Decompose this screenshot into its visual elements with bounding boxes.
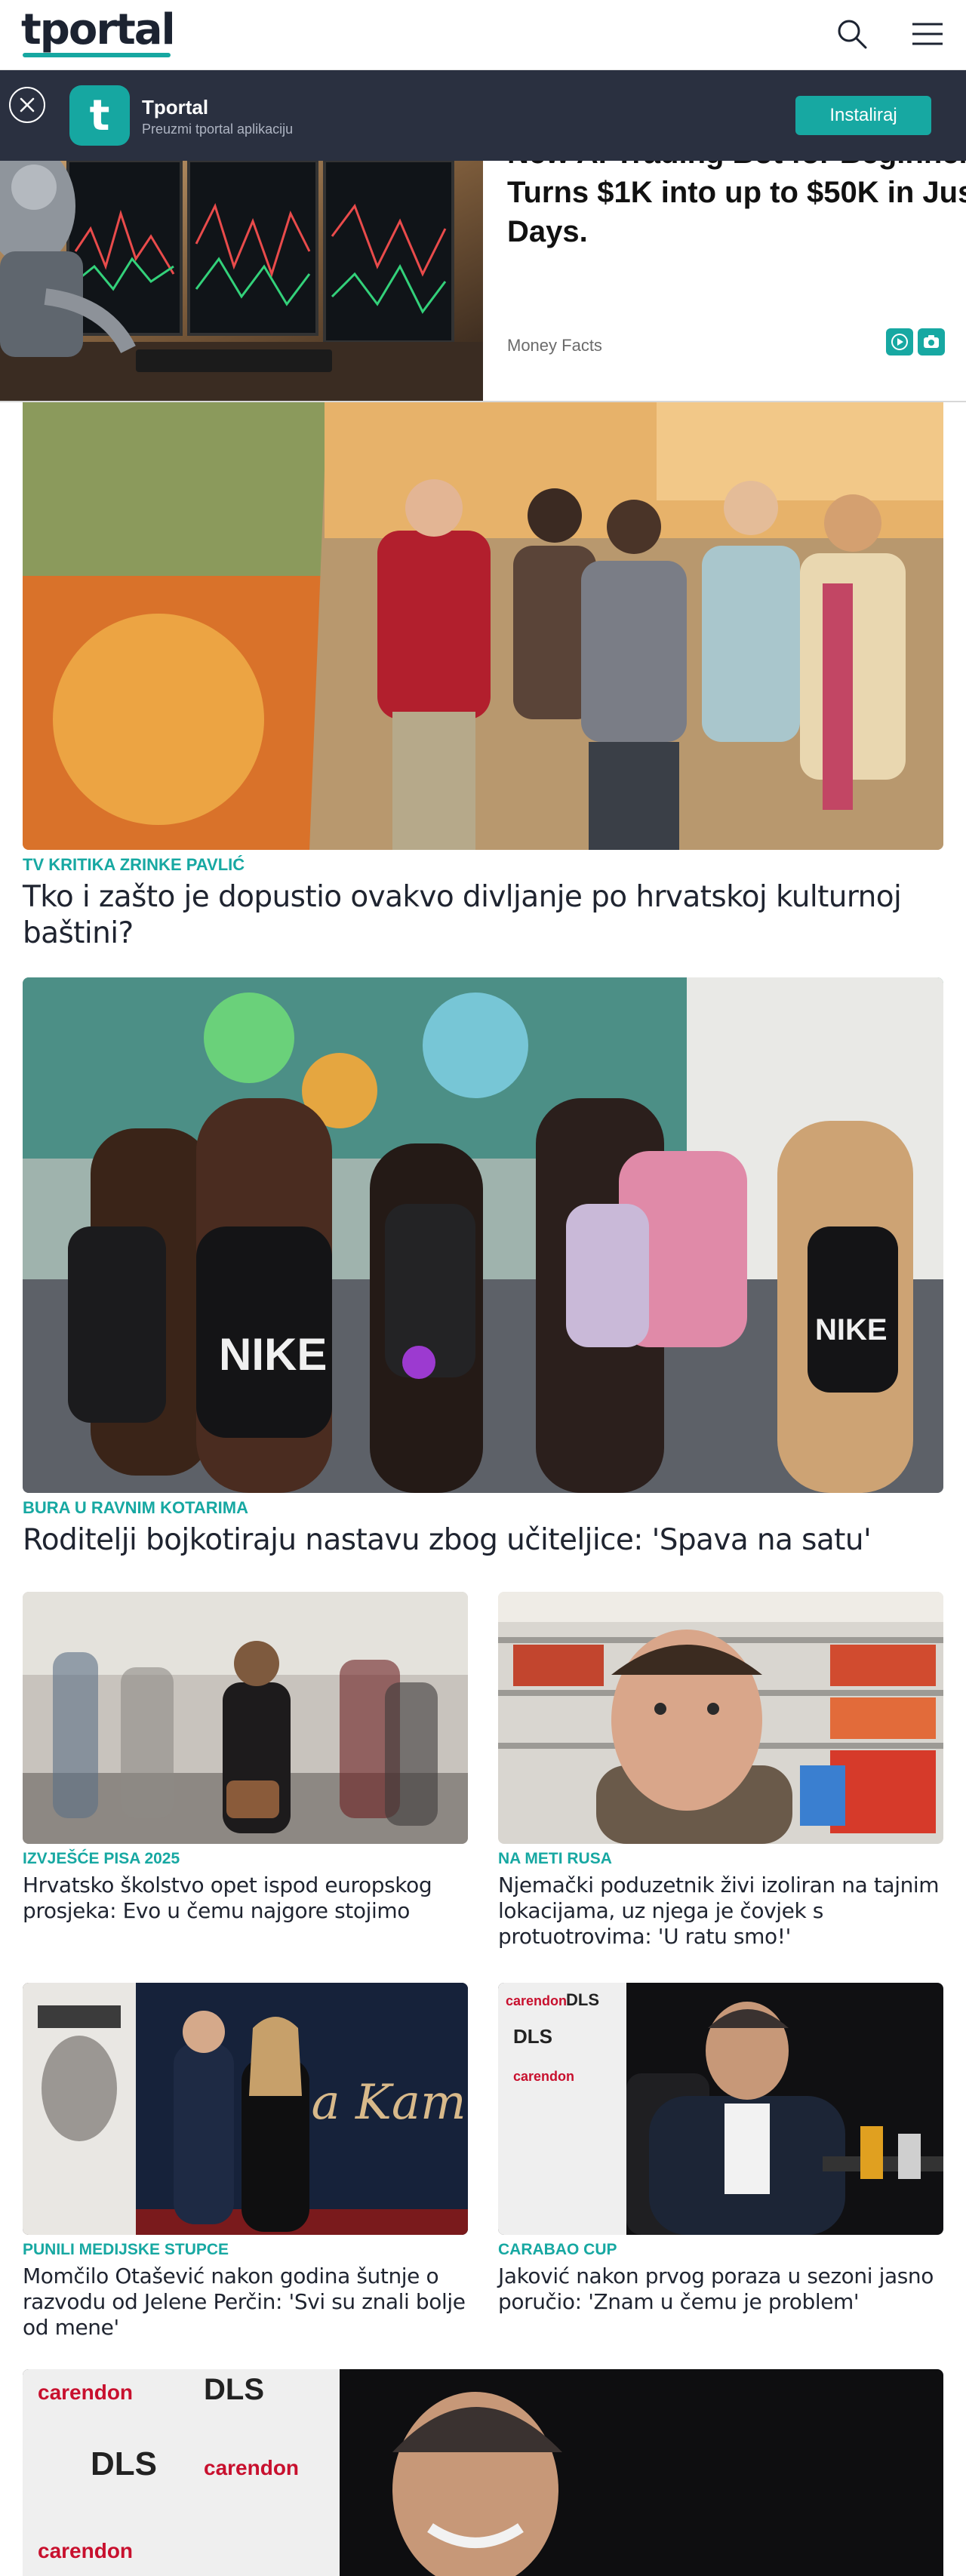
install-button[interactable]: Instaliraj [795,96,931,135]
article-kicker: BURA U RAVNIM KOTARIMA [23,1498,249,1517]
search-icon[interactable] [833,15,871,53]
article-image[interactable] [23,1592,468,1844]
app-name: Tportal [142,96,209,118]
camera-icon[interactable] [918,328,945,355]
article-card[interactable]: NIKE NIKE BURA U RAVNIM KOTARIMA Roditel… [23,977,943,1566]
article-card[interactable]: TV KRITIKA ZRINKE PAVLIĆ Tko i zašto je … [23,402,943,953]
article-card[interactable]: IZVJEŠĆE PISA 2025 Hrvatsko školstvo ope… [23,1592,468,1954]
article-title[interactable]: Njemački poduzetnik živi izoliran na taj… [498,1873,943,1950]
ad-headline-line-1: New AI Trading Bot for Beginners [507,161,966,173]
play-icon[interactable] [886,328,913,355]
article-kicker: NA METI RUSA [498,1850,612,1867]
ad-headline-line-2: Turns $1K into up to $50K in Just [507,176,966,209]
article-title[interactable]: Jaković nakon prvog poraza u sezoni jasn… [498,2264,943,2315]
site-header: tportal [0,0,966,70]
article-image[interactable]: NIKE NIKE [23,977,943,1493]
sponsored-ad[interactable]: New AI Trading Bot for Beginners Turns $… [0,161,966,402]
sponsor-logo: DLS [91,2445,157,2482]
sponsor-logo: carendon [38,2539,133,2562]
article-card[interactable]: NA METI RUSA Njemački poduzetnik živi iz… [498,1592,943,1954]
article-image[interactable]: La Kamenski [23,1983,468,2235]
hamburger-menu-icon[interactable] [909,15,946,53]
close-icon[interactable] [9,87,45,123]
svg-text:NIKE: NIKE [219,1329,327,1380]
article-kicker: PUNILI MEDIJSKE STUPCE [23,2241,229,2258]
sponsor-logo: DLS [566,1990,599,2009]
article-kicker: IZVJEŠĆE PISA 2025 [23,1850,180,1867]
app-subtitle: Preuzmi tportal aplikaciju [142,122,294,137]
article-title[interactable]: Momčilo Otašević nakon godina šutnje o r… [23,2264,468,2341]
tportal-app-icon: t [69,85,130,146]
sponsor-logo: DLS [204,2373,264,2406]
article-kicker: TV KRITIKA ZRINKE PAVLIĆ [23,855,245,874]
ad-headline-line-3: Days. [507,215,588,248]
article-card[interactable]: La Kamenski PUNILI MEDIJSKE STUPCE Momči… [23,1983,468,2345]
sponsor-logo: carendon [506,1993,567,2008]
article-image[interactable] [23,402,943,850]
ad-badges [886,328,945,355]
article-image[interactable] [498,1592,943,1844]
sponsor-logo: carendon [513,2069,574,2084]
article-card[interactable]: carendon DLS DLS carendon CARABAO CUP Ja… [498,1983,943,2345]
article-card[interactable]: carendon DLS DLS carendon carendon [23,2369,943,2576]
article-image[interactable]: carendon DLS DLS carendon carendon [23,2369,943,2576]
site-logo[interactable]: tportal [21,8,176,53]
logo-underline [23,53,171,57]
sponsor-logo: DLS [513,2025,552,2048]
ad-headline[interactable]: New AI Trading Bot for Beginners Turns $… [507,161,966,251]
article-title[interactable]: Tko i zašto je dopustio ovakvo divljanje… [23,879,943,952]
sponsor-logo: carendon [38,2381,133,2404]
article-title[interactable]: Roditelji bojkotiraju nastavu zbog učite… [23,1522,943,1559]
sponsor-logo: carendon [204,2456,299,2479]
ad-source: Money Facts [507,336,602,355]
svg-text:NIKE: NIKE [815,1313,888,1346]
article-kicker: CARABAO CUP [498,2241,617,2258]
app-install-banner: t Tportal Preuzmi tportal aplikaciju Ins… [0,70,966,161]
article-title[interactable]: Hrvatsko školstvo opet ispod europskog p… [23,1873,468,1924]
article-image[interactable]: carendon DLS DLS carendon [498,1983,943,2235]
ad-image-trading-robot[interactable] [0,161,483,401]
